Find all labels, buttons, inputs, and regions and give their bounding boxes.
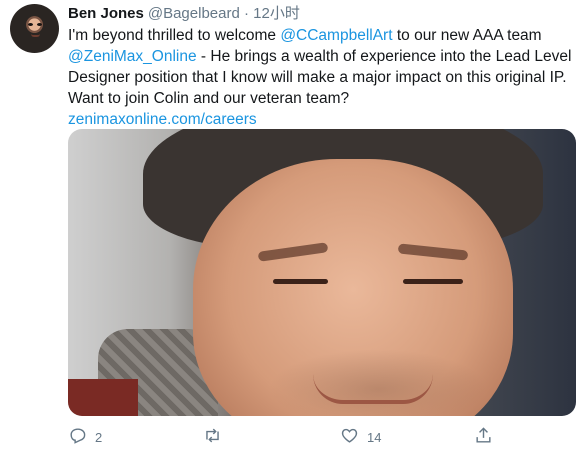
header-separator: ·	[244, 5, 249, 22]
reply-icon	[68, 426, 87, 448]
like-button[interactable]: 14	[340, 426, 381, 448]
mention-link[interactable]: @CCampbellArt	[280, 27, 392, 44]
tweet-text: I'm beyond thrilled to welcome @CCampbel…	[68, 25, 575, 130]
photo-smile	[313, 374, 433, 404]
author-name[interactable]: Ben Jones	[68, 5, 144, 22]
reply-button[interactable]: 2	[68, 426, 102, 448]
photo-coat	[68, 379, 138, 416]
tweet-text-part: I'm beyond thrilled to welcome	[68, 27, 281, 44]
reply-count: 2	[95, 429, 103, 445]
retweet-icon	[203, 426, 222, 448]
heart-icon	[340, 426, 359, 448]
retweet-button[interactable]	[203, 426, 230, 448]
mention-link[interactable]: @ZeniMax_Online	[68, 48, 197, 65]
photo-eye	[273, 279, 328, 284]
tweet-content: Ben Jones @Bagelbeard · 12小时 I'm beyond t…	[68, 4, 575, 130]
author-handle[interactable]: @Bagelbeard	[148, 5, 240, 22]
avatar-mouth	[31, 34, 40, 37]
avatar-eye	[37, 23, 42, 26]
tweet-actions: 2 14	[68, 426, 498, 448]
photo-eye	[403, 279, 463, 284]
tweet-text-part: to our new AAA team	[392, 27, 542, 44]
tweet-photo[interactable]	[68, 129, 576, 416]
like-count: 14	[367, 429, 382, 445]
tweet-timestamp[interactable]: 12小时	[253, 5, 300, 22]
tweet-header: Ben Jones @Bagelbeard · 12小时	[68, 4, 575, 24]
avatar[interactable]	[10, 4, 59, 53]
share-icon	[474, 426, 493, 448]
share-button[interactable]	[474, 426, 493, 448]
url-link[interactable]: zenimaxonline.com/careers	[68, 111, 257, 128]
avatar-eye	[28, 23, 33, 26]
